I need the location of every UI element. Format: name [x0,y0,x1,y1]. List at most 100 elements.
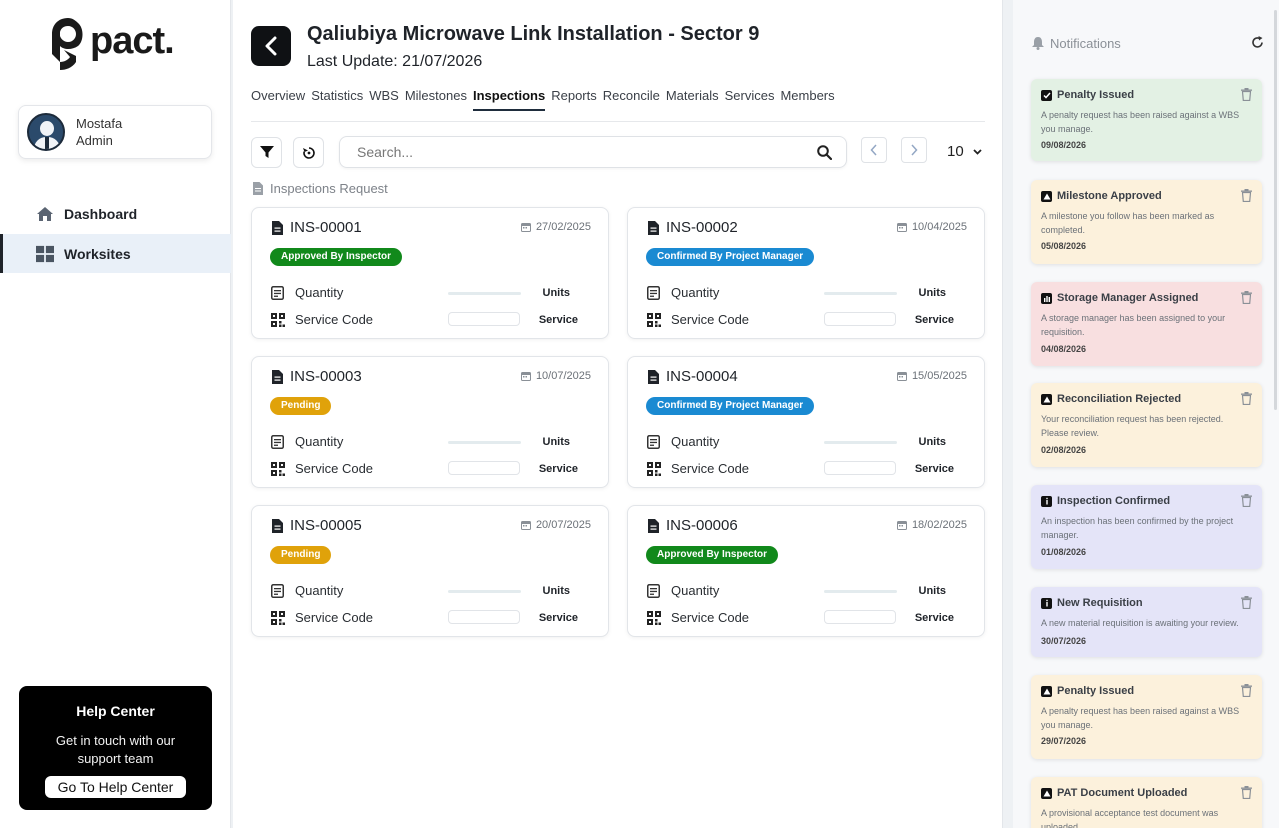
help-center-button[interactable]: Go To Help Center [45,776,186,798]
chevron-down-icon [973,148,982,155]
inspection-card[interactable]: INS-00002 10/04/2025 Confirmed By Projec… [627,207,985,339]
sidebar-item-dashboard[interactable]: Dashboard [0,194,231,233]
tabs-divider [251,121,985,122]
inspection-card[interactable]: INS-00001 27/02/2025 Approved By Inspect… [251,207,609,339]
inspection-date: 15/05/2025 [896,370,967,382]
notification-card[interactable]: Reconciliation Rejected Your reconciliat… [1031,383,1262,467]
brand-logo[interactable]: pact. [50,16,175,72]
sidebar: pact. Mostafa Admin Dashboard Worksites … [0,0,231,828]
sidebar-item-label: Dashboard [64,205,138,222]
notification-description: A milestone you follow has been marked a… [1041,211,1215,235]
service-code-field [448,461,520,475]
notification-card[interactable]: Milestone Approved A milestone you follo… [1031,180,1262,264]
tab-inspections[interactable]: Inspections [472,88,546,111]
notification-description: A penalty request has been raised agains… [1041,110,1240,134]
notification-card[interactable]: Penalty Issued A penalty request has bee… [1031,79,1262,161]
notification-date: 05/08/2026 [1041,241,1087,251]
inspection-card[interactable]: INS-00006 18/02/2025 Approved By Inspect… [627,505,985,637]
notifications-header: Notifications [1032,36,1121,51]
per-page-select[interactable]: 10 [947,143,982,160]
tab-statistics[interactable]: Statistics [311,88,363,111]
notification-card[interactable]: Penalty Issued A penalty request has bee… [1031,675,1262,759]
units-label: Units [918,436,947,448]
service-code-row: Service Code [271,610,373,625]
notification-date: 02/08/2026 [1041,445,1087,455]
inspection-card[interactable]: INS-00005 20/07/2025 Pending Quantity Un… [251,505,609,637]
notification-title: Storage Manager Assigned [1041,292,1198,304]
user-name: Mostafa [76,116,123,131]
info-icon [1041,597,1052,609]
tab-reports[interactable]: Reports [551,88,597,111]
notifications-panel: Notifications Penalty Issued A penalty r… [1013,0,1279,828]
document-icon [648,220,659,235]
tab-reconcile[interactable]: Reconcile [603,88,660,111]
grid-icon [36,245,54,263]
tab-milestones[interactable]: Milestones [405,88,467,111]
back-button[interactable] [251,26,291,66]
trash-icon[interactable] [1241,494,1252,507]
next-page-button[interactable] [901,137,927,163]
tab-wbs[interactable]: WBS [369,88,399,111]
inspection-card[interactable]: INS-00004 15/05/2025 Confirmed By Projec… [627,356,985,488]
service-code-field [824,610,896,624]
status-badge: Confirmed By Project Manager [646,397,815,415]
qr-code-icon [271,461,285,476]
quantity-row: Quantity [271,434,343,449]
inspection-card[interactable]: INS-00003 10/07/2025 Pending Quantity Un… [251,356,609,488]
notification-description: A storage manager has been assigned to y… [1041,313,1226,337]
qr-code-icon [647,312,661,327]
service-code-field [824,312,896,326]
service-code-row: Service Code [647,461,749,476]
quantity-row: Quantity [647,434,719,449]
qr-code-icon [647,461,661,476]
trash-icon[interactable] [1241,189,1252,202]
scrollbar[interactable] [1274,10,1277,410]
qr-code-icon [271,610,285,625]
document-icon [253,182,263,195]
list-icon [271,285,284,300]
reset-button[interactable] [293,137,324,168]
trash-icon[interactable] [1241,88,1252,101]
notification-card[interactable]: New Requisition A new material requisiti… [1031,587,1262,657]
notification-description: Your reconciliation request has been rej… [1041,414,1224,438]
trash-icon[interactable] [1241,291,1252,304]
trash-icon[interactable] [1241,786,1252,799]
inspection-date: 18/02/2025 [896,519,967,531]
notification-date: 01/08/2026 [1041,547,1087,557]
status-badge: Approved By Inspector [646,546,779,564]
search-input[interactable] [357,144,797,160]
search-icon[interactable] [817,145,832,160]
quantity-row: Quantity [271,583,343,598]
calendar-icon [896,223,907,232]
notification-card[interactable]: Inspection Confirmed An inspection has b… [1031,485,1262,569]
trash-icon[interactable] [1241,684,1252,697]
document-icon [272,220,283,235]
inspection-date: 20/07/2025 [520,519,591,531]
tab-materials[interactable]: Materials [666,88,719,111]
tab-overview[interactable]: Overview [251,88,305,111]
chevron-left-icon [870,144,877,156]
trash-icon[interactable] [1241,392,1252,405]
units-label: Units [918,287,947,299]
sidebar-item-worksites[interactable]: Worksites [0,234,231,273]
refresh-icon[interactable] [1251,36,1264,49]
notification-card[interactable]: PAT Document Uploaded A provisional acce… [1031,777,1262,828]
help-title: Help Center [76,703,155,719]
qr-code-icon [271,312,285,327]
units-label: Units [918,585,947,597]
list-icon [647,434,660,449]
brand-name: pact. [90,19,175,62]
trash-icon[interactable] [1241,596,1252,609]
service-code-row: Service Code [271,461,373,476]
inspection-date: 10/04/2025 [896,221,967,233]
inspection-id: INS-00003 [272,368,362,385]
prev-page-button[interactable] [861,137,887,163]
tab-services[interactable]: Services [725,88,775,111]
notification-card[interactable]: Storage Manager Assigned A storage manag… [1031,282,1262,366]
pact-logo-icon [52,18,83,70]
list-icon [647,285,660,300]
tab-members[interactable]: Members [780,88,834,111]
user-profile-card[interactable]: Mostafa Admin [18,105,212,159]
filter-button[interactable] [251,137,282,168]
project-tabs: Overview Statistics WBS Milestones Inspe… [251,88,841,111]
